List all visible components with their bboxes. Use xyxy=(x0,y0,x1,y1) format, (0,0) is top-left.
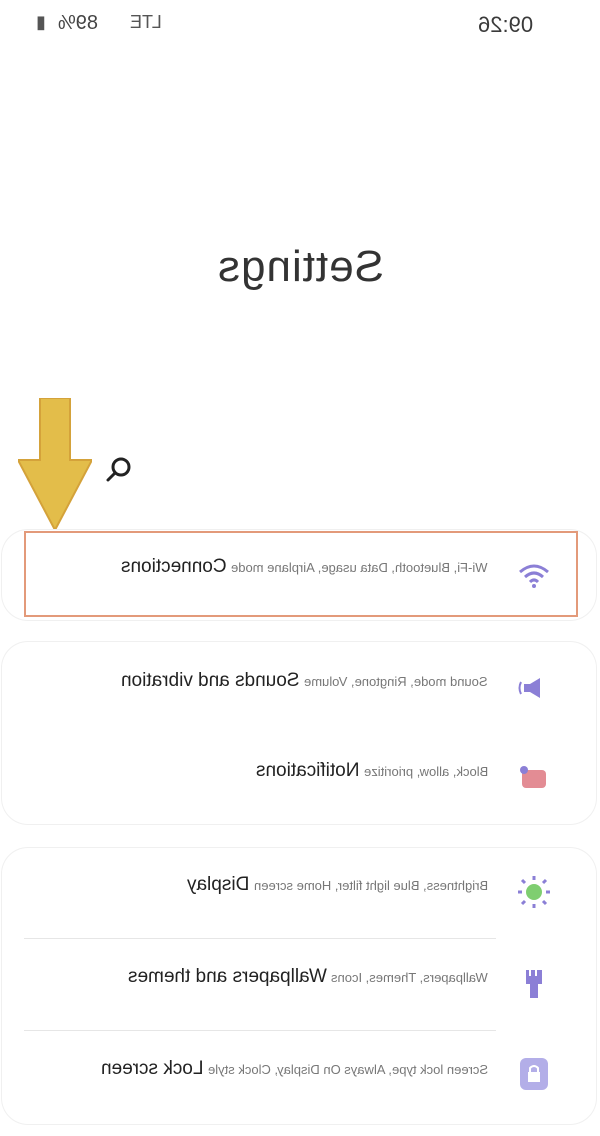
item-sub: Block, allow, prioritize xyxy=(363,764,488,779)
search-icon[interactable] xyxy=(102,452,136,486)
highlight-box xyxy=(24,531,578,617)
card-sounds-notifications: Sounds and vibration Sound mode, Rington… xyxy=(2,642,596,824)
arrow-annotation xyxy=(18,398,92,530)
item-label: Lock screen xyxy=(101,1058,204,1079)
item-label: Display xyxy=(187,874,250,895)
item-label: Wallpapers and themes xyxy=(127,966,327,987)
clock-time: 09:26 xyxy=(478,12,534,37)
page-title: Settings xyxy=(216,242,384,291)
brightness-icon xyxy=(518,876,550,908)
item-label: Sounds and vibration xyxy=(121,670,300,691)
settings-item-sounds[interactable]: Sounds and vibration Sound mode, Rington… xyxy=(2,642,596,734)
item-sub: Sound mode, Ringtone, Volume xyxy=(304,674,488,689)
notification-icon xyxy=(520,766,546,788)
item-label: Notifications xyxy=(255,760,360,781)
battery-percentage: 89% xyxy=(58,12,99,34)
divider xyxy=(24,1030,496,1031)
brush-icon xyxy=(526,970,542,998)
speaker-icon xyxy=(518,678,540,698)
divider xyxy=(24,938,496,939)
item-sub: Brightness, Blue light filter, Home scre… xyxy=(253,878,488,893)
item-sub: Wallpapers, Themes, Icons xyxy=(331,970,488,985)
card-display-lock: Display Brightness, Blue light filter, H… xyxy=(2,848,596,1124)
item-sub: Screen lock type, Always On Display, Clo… xyxy=(207,1062,488,1077)
settings-item-wallpapers[interactable]: Wallpapers and themes Wallpapers, Themes… xyxy=(2,940,596,1032)
lock-icon xyxy=(520,1058,548,1090)
network-label: LTE xyxy=(130,12,162,32)
battery-icon: ▮ xyxy=(36,12,46,32)
status-bar: ▮ 89% LTE 09:26 xyxy=(0,0,600,48)
settings-item-lock-screen[interactable]: Lock screen Screen lock type, Always On … xyxy=(2,1032,596,1124)
settings-item-notifications[interactable]: Notifications Block, allow, prioritize xyxy=(2,734,596,826)
settings-item-display[interactable]: Display Brightness, Blue light filter, H… xyxy=(2,848,596,940)
